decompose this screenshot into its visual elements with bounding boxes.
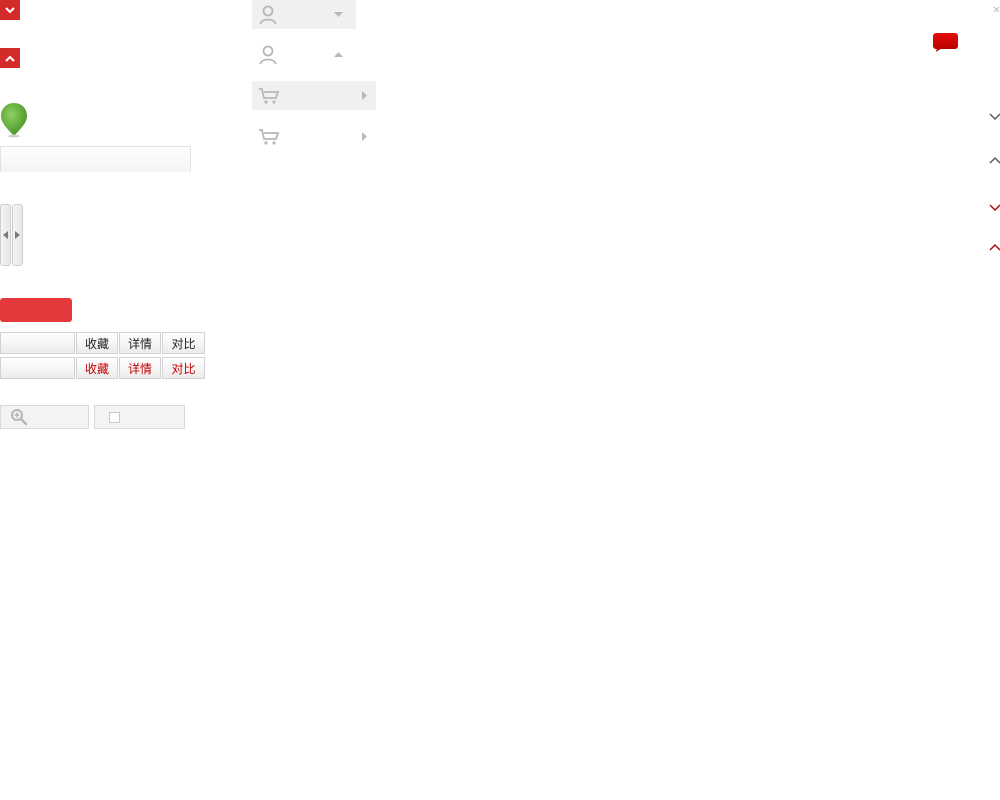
user-menu-expanded[interactable] [252, 40, 356, 69]
caret-right-icon [15, 231, 20, 239]
caret-right-icon [362, 132, 367, 141]
zoom-in-icon [11, 409, 28, 426]
cart-icon [259, 87, 280, 104]
chevron-up-icon [989, 157, 1000, 164]
close-button[interactable] [993, 0, 1000, 18]
collapse-toggle-button[interactable] [0, 48, 20, 68]
chevron-up-icon [989, 244, 1000, 251]
compare-button-active[interactable]: 对比 [162, 357, 205, 379]
chevron-down-icon [5, 6, 15, 13]
caret-down-icon [334, 12, 343, 17]
map-pin-icon [1, 103, 27, 138]
user-menu-collapsed[interactable] [252, 0, 356, 29]
compare-button[interactable]: 对比 [162, 332, 205, 354]
chat-button[interactable] [932, 32, 960, 54]
expand-toggle-active[interactable] [989, 199, 1000, 217]
caret-up-icon [334, 52, 343, 57]
zoom-button[interactable] [0, 405, 89, 429]
cart-menu[interactable] [252, 122, 376, 151]
next-page-button[interactable] [12, 204, 23, 266]
collapse-toggle[interactable] [989, 153, 1000, 171]
blank-input-bar[interactable] [0, 146, 191, 172]
cart-icon [259, 128, 280, 145]
caret-left-icon [3, 231, 8, 239]
chevron-up-icon [5, 55, 15, 62]
location-pin [0, 102, 28, 138]
user-icon [259, 5, 277, 24]
caret-right-icon [362, 91, 367, 100]
chevron-down-icon [989, 113, 1000, 120]
blank-button-active[interactable] [0, 357, 75, 379]
primary-red-button[interactable] [0, 298, 72, 322]
collect-button-active[interactable]: 收藏 [76, 357, 118, 379]
close-icon [993, 6, 1000, 13]
chevron-down-icon [989, 204, 1000, 211]
collapse-toggle-active[interactable] [989, 240, 1000, 258]
checkbox-button[interactable] [94, 405, 185, 429]
detail-button[interactable]: 详情 [119, 332, 161, 354]
detail-button-active[interactable]: 详情 [119, 357, 161, 379]
chat-bubble-icon [933, 33, 958, 52]
dropdown-toggle-button[interactable] [0, 0, 20, 20]
collect-button[interactable]: 收藏 [76, 332, 118, 354]
user-icon [259, 45, 277, 64]
expand-toggle[interactable] [989, 108, 1000, 126]
cart-menu-hover[interactable] [252, 81, 376, 110]
blank-button[interactable] [0, 332, 75, 354]
checkbox-icon[interactable] [109, 411, 120, 423]
prev-page-button[interactable] [0, 204, 11, 266]
